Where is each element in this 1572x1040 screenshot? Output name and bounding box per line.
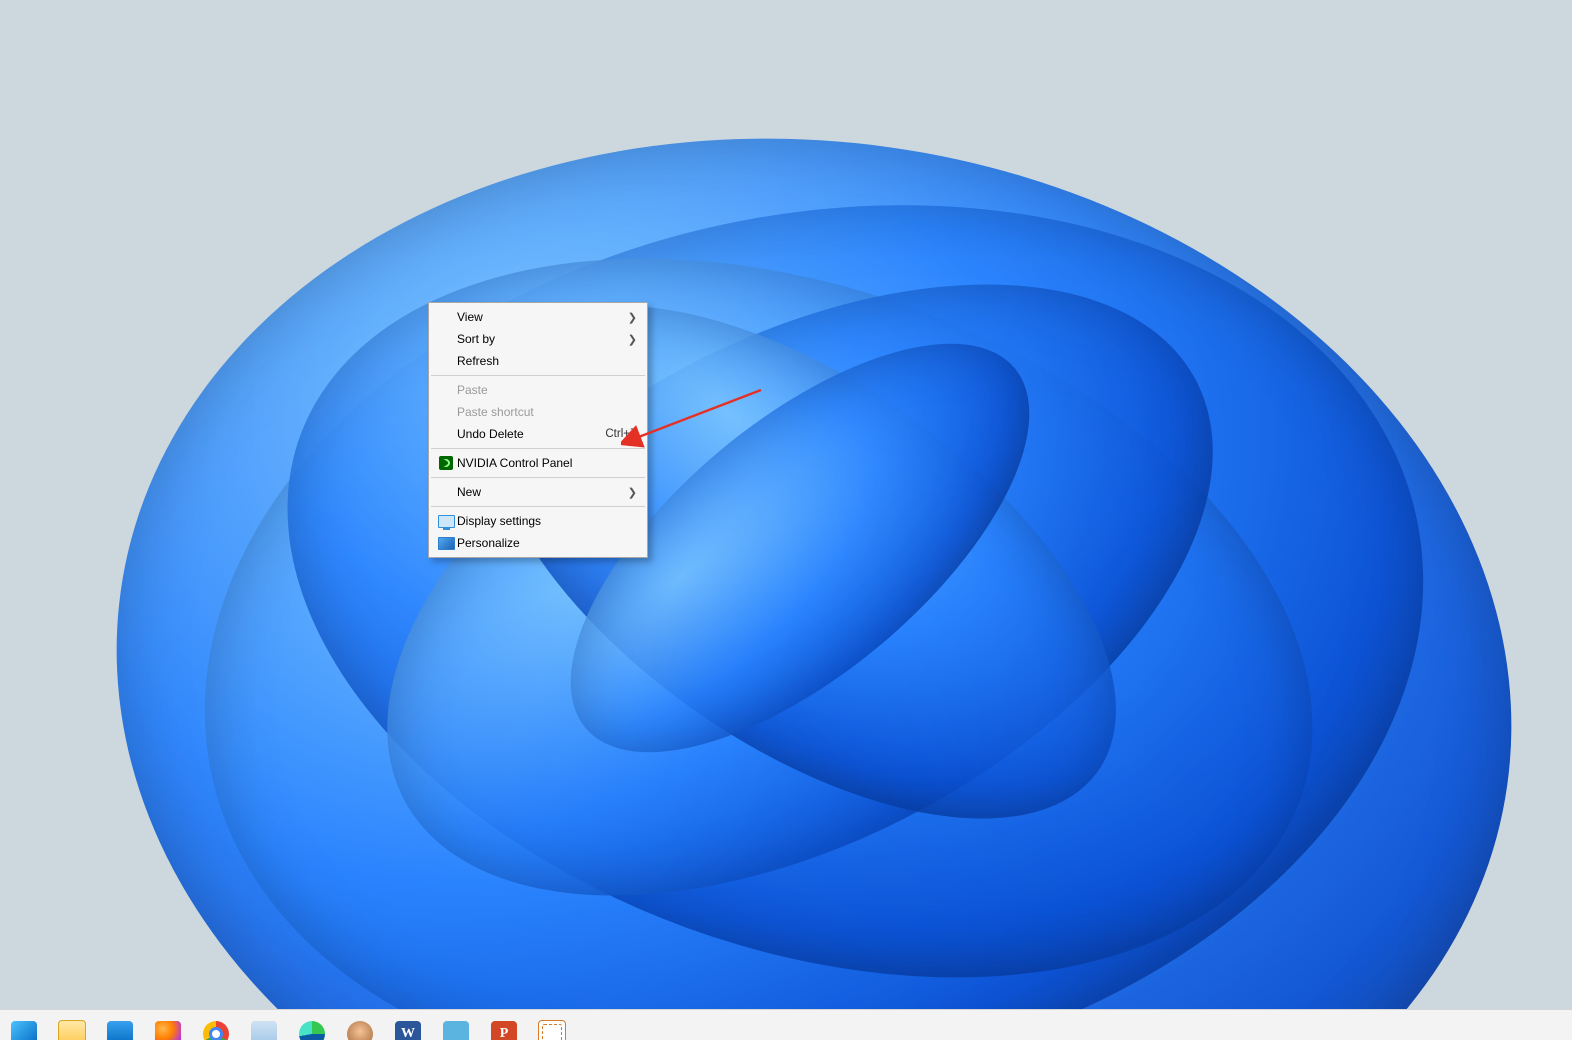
user-avatar-icon <box>347 1021 373 1040</box>
firefox-icon <box>155 1021 181 1040</box>
word-icon: W <box>395 1021 421 1040</box>
taskbar-mail[interactable] <box>432 1010 480 1040</box>
menu-separator <box>431 448 645 449</box>
menu-item-sort-by[interactable]: Sort by ❯ <box>429 328 647 350</box>
menu-shortcut: Ctrl+Z <box>595 428 637 440</box>
chrome-icon <box>203 1021 229 1040</box>
menu-label: Undo Delete <box>457 427 595 441</box>
menu-label: NVIDIA Control Panel <box>457 456 637 470</box>
menu-label: Personalize <box>457 536 637 550</box>
mail-icon <box>443 1021 469 1040</box>
taskbar-user[interactable] <box>336 1010 384 1040</box>
menu-item-undo-delete[interactable]: Undo Delete Ctrl+Z <box>429 423 647 445</box>
desktop-context-menu: View ❯ Sort by ❯ Refresh Paste Paste sho… <box>428 302 648 558</box>
menu-label: Refresh <box>457 354 637 368</box>
display-icon <box>435 515 457 528</box>
file-explorer-icon <box>58 1020 86 1040</box>
wallpaper-bloom <box>114 0 1514 1040</box>
menu-label: Sort by <box>457 332 618 346</box>
menu-item-nvidia-control-panel[interactable]: NVIDIA Control Panel <box>429 452 647 474</box>
notepad-icon <box>251 1021 277 1040</box>
nvidia-icon <box>435 456 457 470</box>
edge-icon <box>299 1021 325 1040</box>
menu-label: Paste <box>457 383 637 397</box>
menu-label: New <box>457 485 618 499</box>
desktop[interactable] <box>0 0 1572 1040</box>
snipping-tool-icon <box>538 1020 566 1040</box>
menu-item-paste-shortcut: Paste shortcut <box>429 401 647 423</box>
menu-separator <box>431 506 645 507</box>
taskbar-edge[interactable] <box>288 1010 336 1040</box>
menu-separator <box>431 375 645 376</box>
chevron-right-icon: ❯ <box>618 311 637 324</box>
personalize-icon <box>435 537 457 550</box>
menu-item-personalize[interactable]: Personalize <box>429 532 647 554</box>
chevron-right-icon: ❯ <box>618 486 637 499</box>
taskbar: W P <box>0 1009 1572 1040</box>
taskbar-snipping-tool[interactable] <box>528 1010 576 1040</box>
menu-item-new[interactable]: New ❯ <box>429 481 647 503</box>
taskbar-powerpoint[interactable]: P <box>480 1010 528 1040</box>
powerpoint-icon: P <box>491 1021 517 1040</box>
menu-label: Paste shortcut <box>457 405 637 419</box>
menu-label: Display settings <box>457 514 637 528</box>
menu-item-paste: Paste <box>429 379 647 401</box>
menu-separator <box>431 477 645 478</box>
menu-item-display-settings[interactable]: Display settings <box>429 510 647 532</box>
chevron-right-icon: ❯ <box>618 333 637 346</box>
taskbar-word[interactable]: W <box>384 1010 432 1040</box>
taskbar-firefox[interactable] <box>144 1010 192 1040</box>
menu-label: View <box>457 310 618 324</box>
menu-item-view[interactable]: View ❯ <box>429 306 647 328</box>
menu-item-refresh[interactable]: Refresh <box>429 350 647 372</box>
taskbar-file-explorer[interactable] <box>48 1010 96 1040</box>
taskbar-microsoft-store[interactable] <box>96 1010 144 1040</box>
start-icon <box>11 1021 37 1040</box>
store-icon <box>107 1021 133 1040</box>
taskbar-notepad[interactable] <box>240 1010 288 1040</box>
taskbar-chrome[interactable] <box>192 1010 240 1040</box>
taskbar-start-button[interactable] <box>0 1010 48 1040</box>
